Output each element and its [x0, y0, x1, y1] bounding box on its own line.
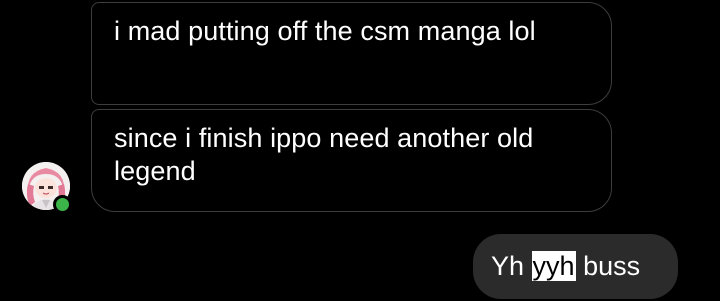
reply-text-after: buss — [575, 251, 641, 281]
incoming-message-bubble[interactable]: since i finish ippo need another old leg… — [91, 109, 612, 212]
sender-avatar[interactable] — [22, 162, 72, 214]
highlighted-text[interactable]: yyh — [531, 251, 576, 281]
online-status-icon — [53, 195, 72, 214]
outgoing-message-bubble[interactable]: Yh yyh buss — [473, 234, 678, 299]
incoming-message-bubble[interactable]: i mad putting off the csm manga lol — [91, 2, 612, 105]
message-text: i mad putting off the csm manga lol — [114, 16, 536, 46]
reply-text-before: Yh — [491, 251, 532, 281]
message-text: since i finish ippo need another old leg… — [114, 123, 534, 186]
